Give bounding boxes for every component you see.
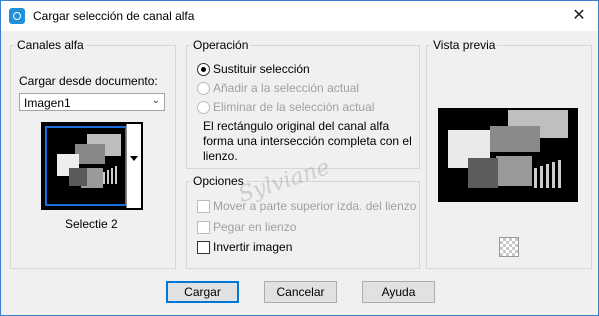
radio-add-label[interactable]: Añadir a la selección actual bbox=[213, 81, 359, 95]
app-icon bbox=[9, 8, 25, 24]
radio-add[interactable] bbox=[197, 82, 210, 95]
title-bar: Cargar selección de canal alfa ✕ bbox=[1, 1, 598, 31]
channel-thumbnail[interactable] bbox=[41, 122, 143, 210]
cancel-button[interactable]: Cancelar bbox=[264, 281, 337, 303]
chevron-down-icon: ⌄ bbox=[151, 95, 160, 106]
help-button[interactable]: Ayuda bbox=[362, 281, 435, 303]
operation-description: El rectángulo original del canal alfa fo… bbox=[203, 119, 412, 163]
checkbox-invert-label[interactable]: Invertir imagen bbox=[213, 240, 292, 254]
thumbnail-caption: Selectie 2 bbox=[65, 217, 118, 231]
window-title: Cargar selección de canal alfa bbox=[33, 9, 195, 23]
operation-panel-title: Operación bbox=[191, 38, 251, 52]
preview-graphic bbox=[448, 110, 568, 188]
transparency-toggle-icon[interactable] bbox=[499, 237, 519, 257]
preview-image bbox=[438, 108, 578, 202]
load-button[interactable]: Cargar bbox=[166, 281, 239, 303]
checkbox-paste-canvas-label[interactable]: Pegar en lienzo bbox=[213, 220, 296, 234]
radio-subtract[interactable] bbox=[197, 101, 210, 114]
checkbox-paste-canvas[interactable] bbox=[197, 221, 210, 234]
close-button[interactable]: ✕ bbox=[566, 5, 592, 27]
dialog-window: Cargar selección de canal alfa ✕ Canales… bbox=[0, 0, 599, 316]
checkbox-move-top-left[interactable] bbox=[197, 200, 210, 213]
load-from-label: Cargar desde documento: bbox=[19, 74, 158, 88]
document-select-value: Imagen1 bbox=[24, 96, 71, 110]
checkbox-invert[interactable] bbox=[197, 241, 210, 254]
document-select[interactable]: Imagen1 ⌄ bbox=[19, 93, 165, 111]
thumbnail-graphic bbox=[57, 134, 121, 188]
channel-thumbnail-image bbox=[45, 126, 127, 206]
channels-panel-title: Canales alfa bbox=[15, 38, 86, 52]
thumbnail-dropdown-button[interactable] bbox=[126, 124, 141, 208]
radio-replace[interactable] bbox=[197, 63, 210, 76]
radio-replace-label[interactable]: Sustituir selección bbox=[213, 62, 310, 76]
preview-panel-title: Vista previa bbox=[431, 38, 498, 52]
radio-subtract-label[interactable]: Eliminar de la selección actual bbox=[213, 100, 374, 114]
